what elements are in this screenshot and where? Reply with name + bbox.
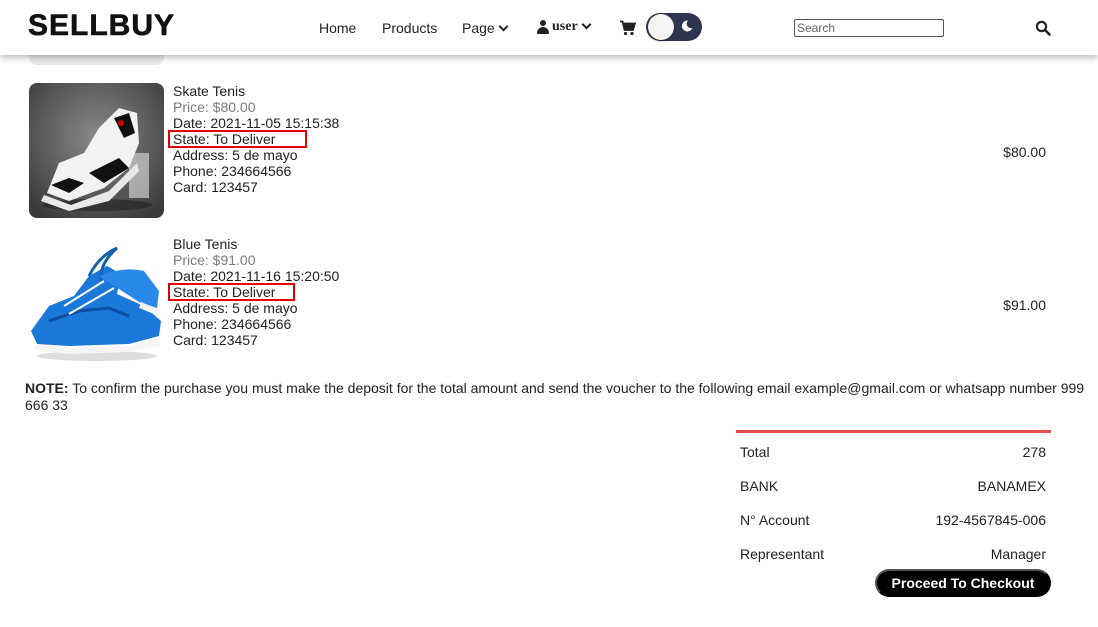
dark-mode-toggle[interactable]	[646, 13, 702, 41]
summary-row-representant: Representant Manager	[736, 537, 1051, 571]
item-date: Date: 2021-11-16 15:20:50	[173, 268, 340, 284]
moon-icon	[681, 20, 693, 32]
item-phone: Phone: 234664566	[173, 316, 292, 332]
item-phone: Phone: 234664566	[173, 163, 292, 179]
item-state: State: To Deliver	[168, 130, 307, 148]
account-label: N° Account	[740, 512, 810, 528]
item-details: Blue Tenis Price: $91.00 Date: 2021-11-1…	[168, 236, 340, 348]
total-label: Total	[740, 444, 770, 460]
brand-logo[interactable]: SELLBUY	[28, 9, 175, 43]
item-date: Date: 2021-11-05 15:15:38	[173, 115, 340, 131]
item-price: Price: $91.00	[173, 252, 256, 268]
proceed-to-checkout-button[interactable]: Proceed To Checkout	[875, 569, 1051, 597]
total-value: 278	[1022, 444, 1046, 460]
item-price: Price: $80.00	[173, 99, 256, 115]
item-state: State: To Deliver	[168, 283, 295, 301]
toggle-knob	[648, 14, 674, 40]
item-total: $80.00	[1003, 144, 1046, 160]
order-summary: Total 278 BANK BANAMEX N° Account 192-45…	[736, 430, 1051, 571]
note-text: To confirm the purchase you must make th…	[25, 380, 1085, 413]
summary-row-bank: BANK BANAMEX	[736, 469, 1051, 503]
bank-label: BANK	[740, 478, 779, 494]
account-value: 192-4567845-006	[935, 512, 1046, 528]
representant-label: Representant	[740, 546, 825, 562]
item-total: $91.00	[1003, 297, 1046, 313]
item-name: Blue Tenis	[173, 236, 238, 252]
item-address: Address: 5 de mayo	[173, 300, 298, 316]
nav-home-link[interactable]: Home	[319, 20, 356, 36]
summary-row-total: Total 278	[736, 435, 1051, 469]
user-menu-label: user	[552, 19, 578, 34]
nav-page-dropdown[interactable]: Page	[462, 20, 509, 36]
state-highlight-box	[168, 283, 295, 301]
nav-page-label: Page	[462, 20, 495, 36]
item-card: Card: 123457	[173, 332, 258, 348]
representant-value: Manager	[990, 546, 1046, 562]
item-card: Card: 123457	[173, 179, 258, 195]
navbar: SELLBUY Home Products Page user	[0, 0, 1098, 55]
bank-value: BANAMEX	[977, 478, 1046, 494]
cart-icon[interactable]	[620, 20, 636, 36]
nav-products-link[interactable]: Products	[382, 20, 437, 36]
state-highlight-box	[168, 130, 307, 148]
chevron-down-icon	[498, 21, 509, 32]
chevron-down-icon	[581, 19, 592, 29]
note-label: NOTE:	[25, 380, 69, 396]
cart-item: Blue Tenis Price: $91.00 Date: 2021-11-1…	[0, 236, 1098, 376]
skate-tenis-image	[29, 83, 164, 218]
purchase-note: NOTE: To confirm the purchase you must m…	[25, 380, 1085, 414]
item-name: Skate Tenis	[173, 83, 246, 99]
user-menu-dropdown[interactable]: user	[537, 19, 592, 35]
search-icon[interactable]	[1035, 20, 1051, 36]
summary-row-account: N° Account 192-4567845-006	[736, 503, 1051, 537]
item-address: Address: 5 de mayo	[173, 147, 298, 163]
blue-tenis-image	[29, 236, 164, 371]
search-input[interactable]	[794, 19, 944, 37]
user-icon	[537, 20, 549, 34]
item-details: Skate Tenis Price: $80.00 Date: 2021-11-…	[168, 83, 340, 195]
cart-item: Skate Tenis Price: $80.00 Date: 2021-11-…	[0, 83, 1098, 223]
